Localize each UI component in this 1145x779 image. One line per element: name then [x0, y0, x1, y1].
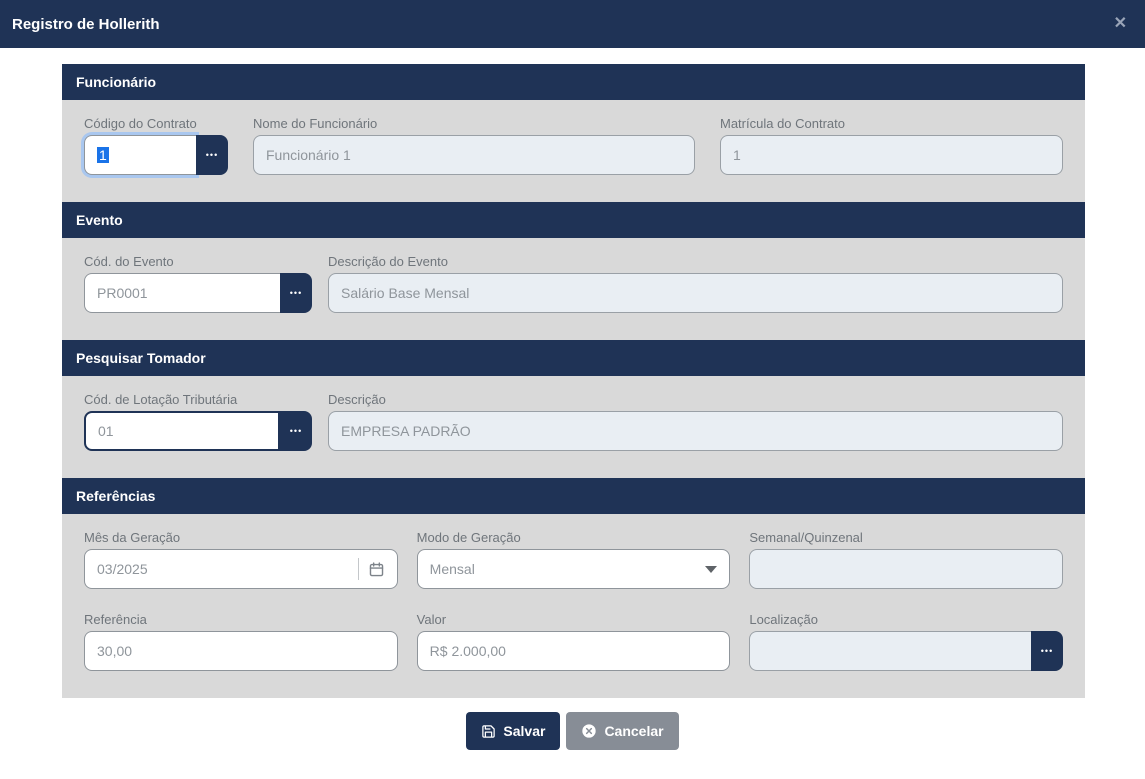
localizacao-input — [749, 631, 1032, 671]
descricao-evento-label: Descrição do Evento — [328, 254, 448, 269]
cancel-button[interactable]: Cancelar — [566, 712, 679, 750]
codigo-contrato-lookup-button[interactable]: ••• — [196, 135, 228, 175]
referencia-input[interactable]: 30,00 — [84, 631, 398, 671]
modo-geracao-select[interactable]: Mensal — [416, 549, 731, 589]
ellipsis-icon: ••• — [1040, 646, 1054, 656]
cod-lotacao-value: 01 — [98, 423, 114, 439]
section-title: Funcionário — [76, 74, 157, 90]
cancel-button-label: Cancelar — [604, 723, 664, 739]
chevron-down-icon — [705, 565, 718, 573]
save-icon — [481, 724, 496, 739]
descricao-evento-input: Salário Base Mensal — [328, 273, 1063, 313]
matricula-contrato-input: 1 — [720, 135, 1063, 175]
nome-funcionario-label: Nome do Funcionário — [253, 116, 378, 131]
semanal-quinzenal-label: Semanal/Quinzenal — [749, 530, 863, 545]
section-body-tomador: Cód. de Lotação Tributária 01 ••• Descri… — [62, 376, 1085, 478]
input-divider — [357, 558, 359, 580]
save-button-label: Salvar — [503, 723, 546, 739]
section-title: Pesquisar Tomador — [76, 350, 206, 366]
field-descricao-tomador: Descrição EMPRESA PADRÃO — [328, 392, 1063, 451]
mes-geracao-label: Mês da Geração — [84, 530, 181, 545]
field-mes-geracao: Mês da Geração 03/2025 — [84, 530, 398, 589]
valor-label: Valor — [416, 612, 447, 627]
section-body-evento: Cód. do Evento PR0001 ••• Descrição do E… — [62, 238, 1085, 340]
referencia-value: 30,00 — [97, 643, 133, 659]
field-semanal-quinzenal: Semanal/Quinzenal — [749, 530, 1064, 589]
cod-lotacao-lookup-button[interactable]: ••• — [280, 411, 312, 451]
descricao-tomador-label: Descrição — [328, 392, 386, 407]
codigo-contrato-input[interactable]: 1 — [84, 135, 196, 175]
modal-header: Registro de Hollerith ✕ — [0, 0, 1145, 48]
field-cod-evento: Cód. do Evento PR0001 ••• — [84, 254, 312, 313]
field-codigo-contrato: Código do Contrato 1 ••• — [84, 116, 228, 175]
mes-geracao-input[interactable]: 03/2025 — [84, 549, 398, 589]
footer-actions: Salvar Cancelar — [0, 712, 1145, 750]
ellipsis-icon: ••• — [289, 288, 303, 298]
ellipsis-icon: ••• — [289, 426, 303, 436]
cod-evento-input[interactable]: PR0001 — [84, 273, 280, 313]
modo-geracao-value: Mensal — [429, 561, 475, 577]
field-valor: Valor R$ 2.000,00 — [416, 612, 731, 671]
referencia-label: Referência — [84, 612, 147, 627]
descricao-tomador-value: EMPRESA PADRÃO — [341, 423, 471, 439]
cod-evento-lookup-button[interactable]: ••• — [280, 273, 312, 313]
cod-lotacao-input[interactable]: 01 — [84, 411, 280, 451]
section-header-evento: Evento — [62, 202, 1085, 238]
close-icon[interactable]: ✕ — [1114, 16, 1127, 32]
matricula-contrato-value: 1 — [733, 147, 741, 163]
cancel-circle-x-icon — [581, 723, 597, 739]
cod-evento-label: Cód. do Evento — [84, 254, 174, 269]
field-modo-geracao: Modo de Geração Mensal — [416, 530, 731, 589]
section-header-funcionario: Funcionário — [62, 64, 1085, 100]
form-panel: Funcionário Código do Contrato 1 ••• Nom… — [62, 64, 1085, 698]
save-button[interactable]: Salvar — [466, 712, 561, 750]
section-body-referencias: Mês da Geração 03/2025 Modo de Geração M… — [62, 514, 1085, 698]
mes-geracao-value: 03/2025 — [97, 561, 148, 577]
descricao-tomador-input: EMPRESA PADRÃO — [328, 411, 1063, 451]
field-nome-funcionario: Nome do Funcionário Funcionário 1 — [253, 116, 695, 175]
valor-input[interactable]: R$ 2.000,00 — [416, 631, 731, 671]
valor-value: R$ 2.000,00 — [429, 643, 506, 659]
modal-title: Registro de Hollerith — [12, 15, 160, 33]
section-header-referencias: Referências — [62, 478, 1085, 514]
nome-funcionario-input: Funcionário 1 — [253, 135, 695, 175]
modo-geracao-label: Modo de Geração — [416, 530, 521, 545]
semanal-quinzenal-input — [749, 549, 1064, 589]
section-title: Referências — [76, 488, 156, 504]
codigo-contrato-label: Código do Contrato — [84, 116, 197, 131]
field-descricao-evento: Descrição do Evento Salário Base Mensal — [328, 254, 1063, 313]
ellipsis-icon: ••• — [205, 150, 219, 160]
localizacao-label: Localização — [749, 612, 818, 627]
codigo-contrato-value: 1 — [97, 147, 109, 163]
matricula-contrato-label: Matrícula do Contrato — [720, 116, 846, 131]
cod-lotacao-label: Cód. de Lotação Tributária — [84, 392, 238, 407]
localizacao-lookup-button[interactable]: ••• — [1031, 631, 1064, 671]
field-matricula-contrato: Matrícula do Contrato 1 — [720, 116, 1063, 175]
cod-evento-value: PR0001 — [97, 285, 148, 301]
field-cod-lotacao: Cód. de Lotação Tributária 01 ••• — [84, 392, 312, 451]
section-header-tomador: Pesquisar Tomador — [62, 340, 1085, 376]
section-title: Evento — [76, 212, 123, 228]
nome-funcionario-value: Funcionário 1 — [266, 147, 351, 163]
field-localizacao: Localização ••• — [749, 612, 1064, 671]
field-referencia: Referência 30,00 — [84, 612, 398, 671]
descricao-evento-value: Salário Base Mensal — [341, 285, 470, 301]
section-body-funcionario: Código do Contrato 1 ••• Nome do Funcion… — [62, 100, 1085, 202]
calendar-icon[interactable] — [368, 561, 385, 578]
